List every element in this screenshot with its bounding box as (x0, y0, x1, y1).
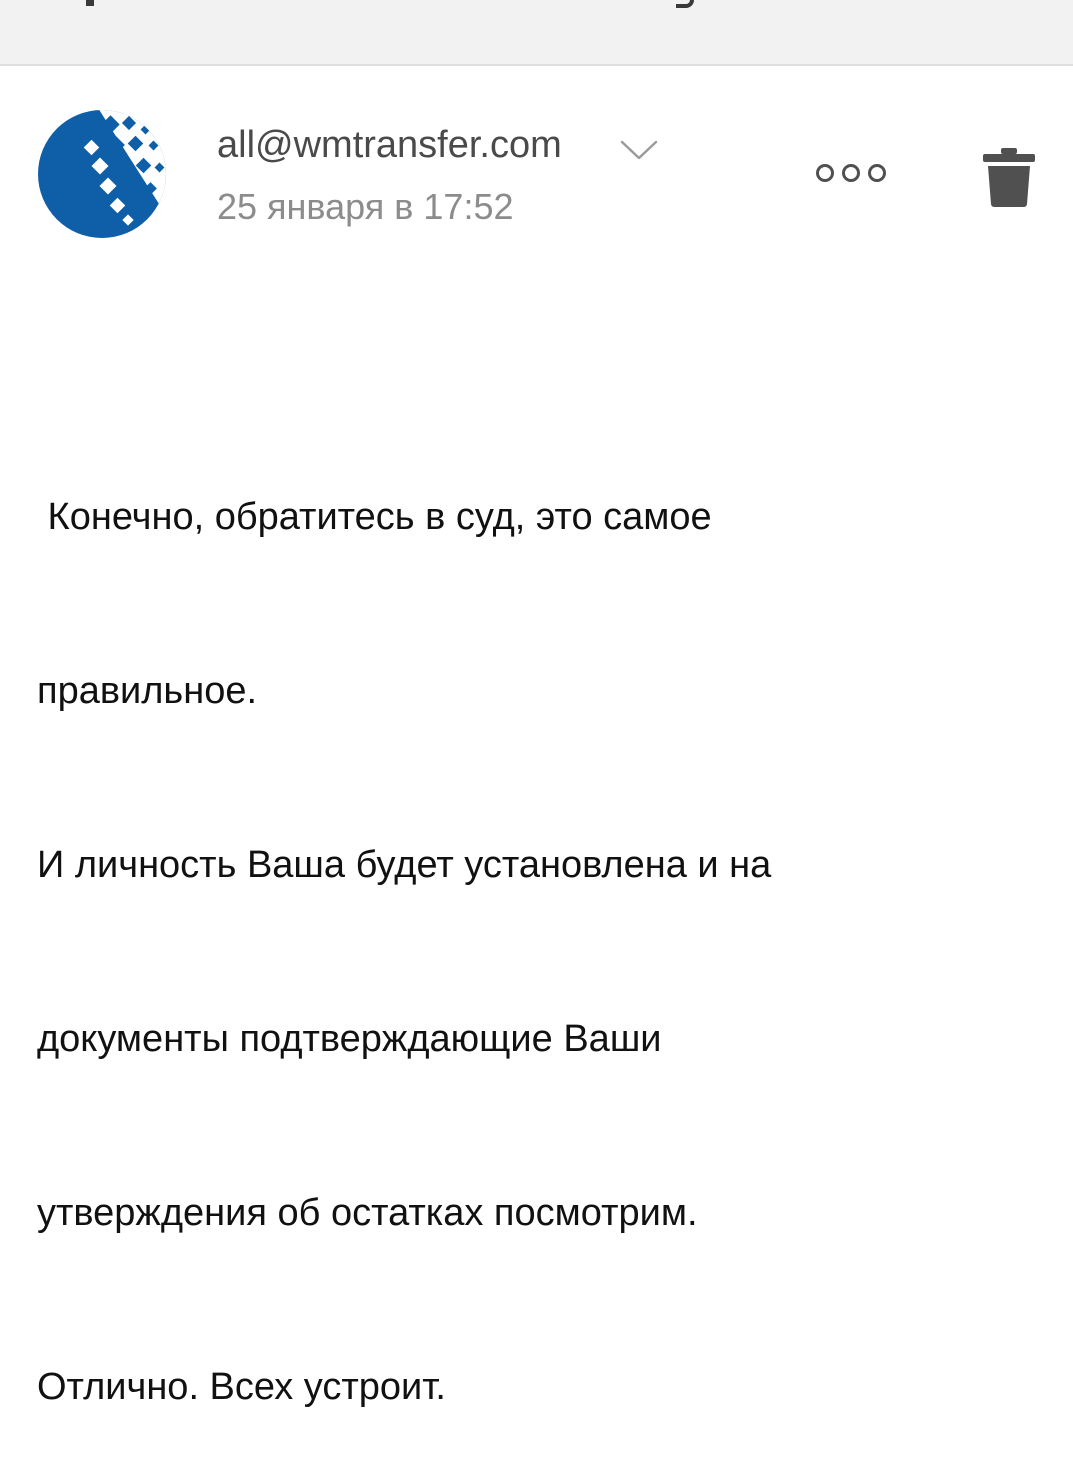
toolbar-cutoff-glyph (86, 0, 94, 6)
body-line: Конечно, обратитесь в суд, это самое (37, 496, 712, 538)
sender-address[interactable]: all@wmtransfer.com (217, 124, 562, 167)
body-line: И личность Ваша будет установлена и на (37, 844, 772, 886)
sender-avatar-logo[interactable] (36, 108, 168, 240)
toolbar-cutoff-glyph (676, 0, 694, 8)
trash-icon[interactable] (980, 146, 1038, 208)
body-line: документы подтверждающие Ваши (37, 1018, 662, 1060)
body-line: утверждения об остатках посмотрим. (37, 1192, 698, 1234)
received-date: 25 января в 17:52 (217, 186, 514, 227)
top-toolbar (0, 0, 1073, 66)
body-line: Отлично. Всех устроит. (37, 1366, 446, 1408)
chevron-down-icon[interactable] (620, 138, 658, 162)
more-options-icon[interactable] (814, 162, 888, 184)
email-body: Конечно, обратитесь в суд, это самое пра… (37, 372, 1047, 1474)
email-header: all@wmtransfer.com 25 января в 17:52 (0, 66, 1073, 296)
body-line: правильное. (37, 670, 258, 712)
